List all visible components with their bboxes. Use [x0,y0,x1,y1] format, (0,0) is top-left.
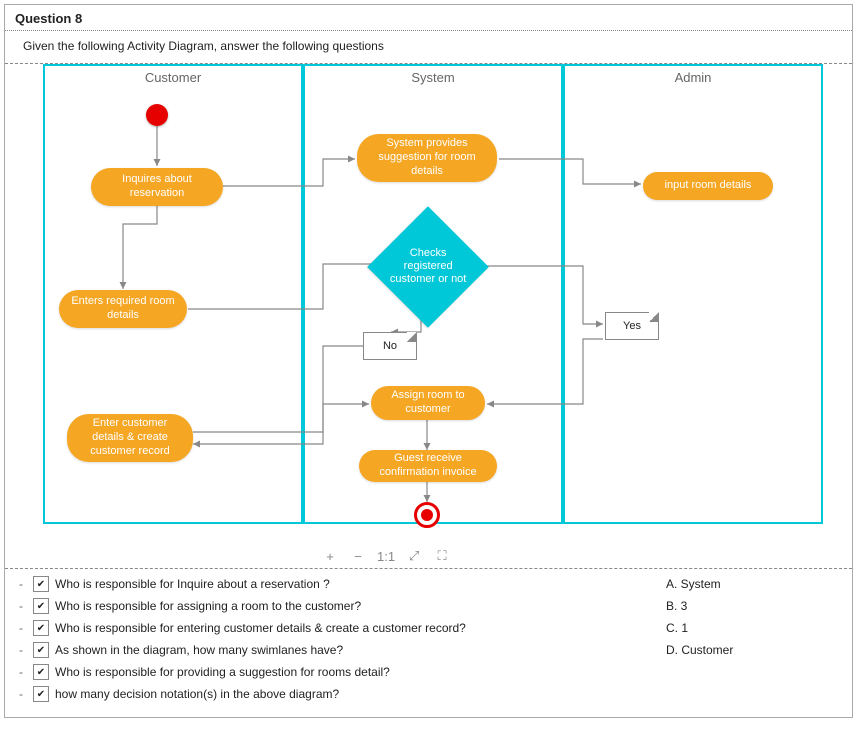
question-container: Question 8 Given the following Activity … [4,4,853,718]
zoom-ratio: 1:1 [377,549,395,564]
match-question: Who is responsible for entering customer… [55,621,652,635]
match-question: As shown in the diagram, how many swimla… [55,643,652,657]
question-prompt: Given the following Activity Diagram, an… [5,31,852,59]
note-no: No [363,332,417,360]
match-dropdown[interactable]: ✔ [33,686,49,702]
match-question: Who is responsible for providing a sugge… [55,665,652,679]
matching-section: - ✔ Who is responsible for Inquire about… [5,569,852,717]
activity-inquires-reservation: Inquires about reservation [91,168,223,206]
zoom-out-button[interactable]: − [349,549,367,564]
match-row: - ✔ how many decision notation(s) in the… [19,683,838,705]
match-row: - ✔ Who is responsible for providing a s… [19,661,838,683]
zoom-fit-button[interactable]: ⤢ [405,548,423,564]
match-answer-option: B. 3 [658,599,838,613]
match-row: - ✔ As shown in the diagram, how many sw… [19,639,838,661]
match-row: - ✔ Who is responsible for assigning a r… [19,595,838,617]
zoom-controls: + − 1:1 ⤢ ⛶ [321,548,451,564]
match-dash: - [19,599,27,613]
match-dash: - [19,687,27,701]
activity-confirmation-invoice: Guest receive confirmation invoice [359,450,497,482]
zoom-fullscreen-button[interactable]: ⛶ [433,548,451,564]
question-number: Question 8 [5,5,852,31]
activity-system-suggestion: System provides suggestion for room deta… [357,134,497,182]
match-dash: - [19,665,27,679]
activity-diagram-wrap: Customer System Admin [5,64,852,564]
note-yes: Yes [605,312,659,340]
lane-admin-title: Admin [565,70,821,85]
match-dash: - [19,577,27,591]
match-dropdown[interactable]: ✔ [33,598,49,614]
match-dropdown[interactable]: ✔ [33,620,49,636]
match-dropdown[interactable]: ✔ [33,576,49,592]
activity-input-room-details: input room details [643,172,773,200]
match-question: how many decision notation(s) in the abo… [55,687,652,701]
match-row: - ✔ Who is responsible for entering cust… [19,617,838,639]
match-answer-option: C. 1 [658,621,838,635]
match-dash: - [19,643,27,657]
lane-system-title: System [305,70,561,85]
match-question: Who is responsible for assigning a room … [55,599,652,613]
zoom-in-button[interactable]: + [321,549,339,564]
start-node [146,104,168,126]
end-node [414,502,440,528]
decision-label: Checks registered customer or not [385,247,471,287]
lane-customer-title: Customer [45,70,301,85]
match-dropdown[interactable]: ✔ [33,642,49,658]
match-row: - ✔ Who is responsible for Inquire about… [19,573,838,595]
activity-enters-room-details: Enters required room details [59,290,187,328]
activity-assign-room: Assign room to customer [371,386,485,420]
activity-enter-customer-record: Enter customer details & create customer… [67,414,193,462]
match-answer-option: A. System [658,577,838,591]
end-node-dot [421,509,433,521]
activity-diagram: Customer System Admin [23,64,843,564]
lane-admin: Admin [563,64,823,524]
match-dash: - [19,621,27,635]
match-dropdown[interactable]: ✔ [33,664,49,680]
match-question: Who is responsible for Inquire about a r… [55,577,652,591]
match-answer-option: D. Customer [658,643,838,657]
